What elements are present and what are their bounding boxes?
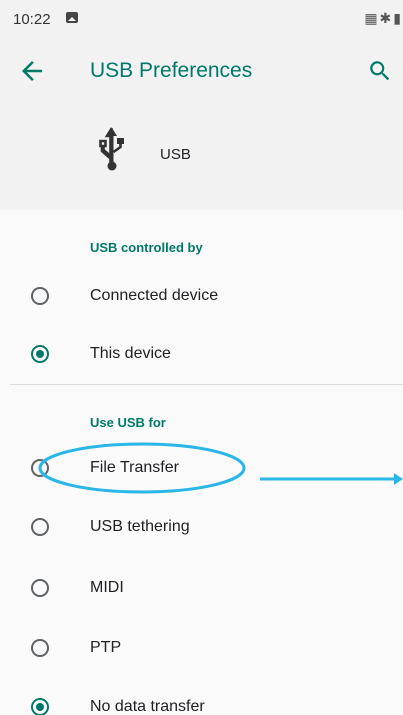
section-divider [10,384,403,385]
usb-label: USB [160,146,191,163]
status-time: 10:22 [13,11,51,28]
signal-icon: ▦ [364,10,380,26]
preferences-sheet: USB controlled by Connected device This … [0,210,403,715]
option-no-data-transfer[interactable]: No data transfer [0,679,403,715]
option-this-device[interactable]: This device [0,326,403,382]
option-label: This device [90,345,171,362]
radio-button[interactable] [31,639,49,657]
status-bar: 10:22 ▦✱▮ [0,0,403,36]
status-icons: ▦✱▮ [364,10,403,27]
image-notification-icon [66,12,78,23]
radio-button[interactable] [31,518,49,536]
usb-icon [99,127,124,171]
option-connected-device[interactable]: Connected device [0,268,403,324]
battery-icon: ▮ [393,10,403,26]
radio-button-selected[interactable] [31,345,49,363]
option-usb-tethering[interactable]: USB tethering [0,499,403,555]
usb-preferences-screen: 10:22 ▦✱▮ USB Preferences USB USB contro… [0,0,403,715]
app-bar: USB Preferences [0,36,403,106]
option-file-transfer[interactable]: File Transfer [0,440,403,496]
section-title-use-usb-for: Use USB for [90,415,166,430]
section-title-controlled-by: USB controlled by [90,240,203,255]
radio-button[interactable] [31,579,49,597]
option-midi[interactable]: MIDI [0,560,403,616]
radio-button-selected[interactable] [31,698,49,715]
option-label: File Transfer [90,459,179,476]
option-label: No data transfer [90,698,205,715]
option-label: MIDI [90,579,124,596]
option-label: Connected device [90,287,219,304]
radio-button[interactable] [31,287,49,305]
usb-header: USB [0,106,403,210]
option-label: USB tethering [90,518,190,535]
bluetooth-icon: ✱ [379,10,394,26]
option-ptp[interactable]: PTP [0,620,403,676]
option-label: PTP [90,639,122,656]
page-title: USB Preferences [90,59,253,82]
radio-button[interactable] [31,459,49,477]
arrow-back-icon[interactable] [17,56,47,86]
search-icon[interactable] [367,58,393,84]
